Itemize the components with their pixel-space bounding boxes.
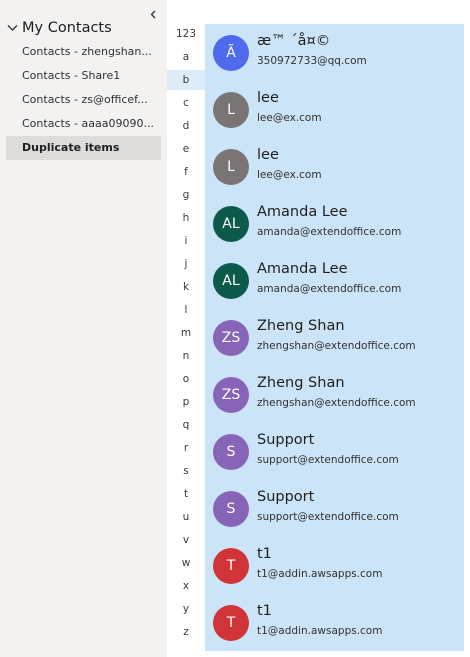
contact-item[interactable]: ZS Zheng Shan zhengshan@extendoffice.com (205, 366, 464, 423)
alphabet-letter[interactable]: a (167, 47, 205, 67)
avatar: S (213, 491, 249, 527)
avatar: Ã (213, 35, 249, 71)
contact-name: Amanda Lee (257, 261, 348, 277)
contact-item[interactable]: S Support support@extendoffice.com (205, 423, 464, 480)
alphabet-letter[interactable]: v (167, 530, 205, 550)
contact-name: Amanda Lee (257, 204, 348, 220)
contact-name: Zheng Shan (257, 318, 345, 334)
alphabet-letter[interactable]: d (167, 116, 205, 136)
navigation-pane: My Contacts Contacts - zhengshan... Conta… (0, 0, 167, 657)
alphabet-letter[interactable]: g (167, 185, 205, 205)
collapse-pane-button[interactable] (145, 5, 161, 21)
folder-item[interactable]: Contacts - aaaa09090... (6, 112, 161, 136)
contact-item[interactable]: Ãæ™ ´å¤© 350972733@qq.com (205, 24, 464, 81)
alphabet-letter[interactable]: t (167, 484, 205, 504)
alphabet-letter[interactable]: y (167, 599, 205, 619)
contact-name: t1 (257, 603, 272, 619)
folder-item[interactable]: Contacts - Share1 (6, 64, 161, 88)
chevron-left-icon (149, 4, 158, 23)
avatar: L (213, 92, 249, 128)
contact-item[interactable]: AL Amanda Lee amanda@extendoffice.com (205, 195, 464, 252)
contact-name: lee (257, 147, 279, 163)
alphabet-letter[interactable]: x (167, 576, 205, 596)
avatar: ZS (213, 377, 249, 413)
alphabet-letter[interactable]: k (167, 277, 205, 297)
contact-email: support@extendoffice.com (257, 454, 399, 466)
avatar: AL (213, 206, 249, 242)
alphabet-letter[interactable]: h (167, 208, 205, 228)
contact-email: support@extendoffice.com (257, 511, 399, 523)
alphabet-letter[interactable]: c (167, 93, 205, 113)
alphabet-letter[interactable]: l (167, 300, 205, 320)
alphabet-letter[interactable]: i (167, 231, 205, 251)
avatar: AL (213, 263, 249, 299)
avatar: T (213, 605, 249, 641)
chevron-down-icon (7, 24, 18, 32)
contact-name: Support (257, 432, 315, 448)
contact-email: zhengshan@extendoffice.com (257, 340, 416, 352)
folder-item-selected[interactable]: Duplicate items (6, 136, 161, 160)
folder-item[interactable]: Contacts - zs@officef... (6, 88, 161, 112)
alphabet-letter[interactable]: o (167, 369, 205, 389)
contact-email: t1@addin.awsapps.com (257, 625, 383, 637)
avatar: L (213, 149, 249, 185)
alphabet-letter[interactable]: f (167, 162, 205, 182)
alphabet-index: 123 a b c d e f g h i j k l m n o p q r s t u v w x y z (167, 24, 205, 648)
alphabet-letter[interactable]: r (167, 438, 205, 458)
alphabet-letter[interactable]: m (167, 323, 205, 343)
group-title: My Contacts (22, 20, 112, 36)
contact-item[interactable]: S Support support@extendoffice.com (205, 480, 464, 537)
contact-item[interactable]: AL Amanda Lee amanda@extendoffice.com (205, 252, 464, 309)
contact-list: Ãæ™ ´å¤© 350972733@qq.com Llee lee@ex.com Ll… (205, 24, 464, 651)
contact-item[interactable]: ZS Zheng Shan zhengshan@extendoffice.com (205, 309, 464, 366)
avatar: ZS (213, 320, 249, 356)
contact-email: lee@ex.com (257, 169, 322, 181)
alphabet-letter[interactable]: n (167, 346, 205, 366)
avatar: T (213, 548, 249, 584)
alphabet-letter[interactable]: e (167, 139, 205, 159)
contact-item[interactable]: Llee lee@ex.com (205, 138, 464, 195)
contact-item[interactable]: Tt1 t1@addin.awsapps.com (205, 594, 464, 651)
contact-name: lee (257, 90, 279, 106)
contact-email: t1@addin.awsapps.com (257, 568, 383, 580)
contact-name: Zheng Shan (257, 375, 345, 391)
contact-email: 350972733@qq.com (257, 55, 367, 67)
contact-email: amanda@extendoffice.com (257, 283, 402, 295)
alphabet-letter[interactable]: q (167, 415, 205, 435)
alphabet-letter[interactable]: u (167, 507, 205, 527)
alphabet-letter[interactable]: j (167, 254, 205, 274)
contact-name: Support (257, 489, 315, 505)
contact-name: æ™ ´å¤© (257, 33, 331, 49)
contact-item[interactable]: Tt1 t1@addin.awsapps.com (205, 537, 464, 594)
alphabet-letter[interactable]: z (167, 622, 205, 642)
folder-item[interactable]: Contacts - zhengshan... (6, 40, 161, 64)
contact-name: t1 (257, 546, 272, 562)
alphabet-letter[interactable]: s (167, 461, 205, 481)
my-contacts-group-header[interactable]: My Contacts (7, 18, 112, 38)
contact-item[interactable]: Llee lee@ex.com (205, 81, 464, 138)
avatar: S (213, 434, 249, 470)
alphabet-letter[interactable]: 123 (167, 24, 205, 44)
alphabet-letter[interactable]: b (167, 70, 205, 90)
contact-email: zhengshan@extendoffice.com (257, 397, 416, 409)
alphabet-letter[interactable]: w (167, 553, 205, 573)
contact-email: amanda@extendoffice.com (257, 226, 402, 238)
alphabet-letter[interactable]: p (167, 392, 205, 412)
contact-email: lee@ex.com (257, 112, 322, 124)
